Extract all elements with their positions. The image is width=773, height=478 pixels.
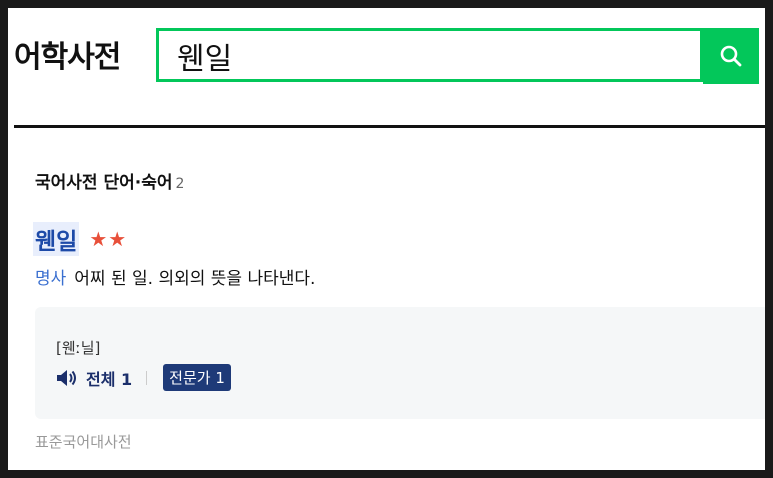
audio-all-button[interactable]: 전체 1 bbox=[86, 366, 132, 390]
speaker-icon[interactable] bbox=[56, 369, 78, 387]
entry-word-link[interactable]: 웬일 bbox=[33, 222, 80, 256]
app-title[interactable]: 어학사전 bbox=[14, 32, 121, 76]
search-icon bbox=[720, 45, 742, 67]
search-box[interactable] bbox=[156, 28, 703, 82]
definition-text: 어찌 된 일. 의외의 뜻을 나타낸다. bbox=[74, 269, 316, 289]
expert-audio-button[interactable]: 전문가 1 bbox=[163, 364, 231, 391]
separator bbox=[146, 370, 148, 385]
header-divider bbox=[14, 125, 765, 128]
part-of-speech: 명사 bbox=[35, 269, 67, 289]
section-count: 2 bbox=[175, 176, 185, 192]
entry-headword: 웬일 ★★ bbox=[33, 222, 127, 256]
entry-definition: 명사 어찌 된 일. 의외의 뜻을 나타낸다. bbox=[35, 264, 315, 289]
importance-stars: ★★ bbox=[89, 227, 128, 251]
search-input[interactable] bbox=[177, 39, 677, 73]
section-title: 국어사전 단어·숙어 2 bbox=[35, 168, 184, 193]
section-title-text: 국어사전 단어·숙어 bbox=[35, 173, 173, 193]
pronunciation-text: [웬ː닐] bbox=[56, 339, 101, 357]
dictionary-source[interactable]: 표준국어대사전 bbox=[35, 431, 132, 452]
pronunciation-box: [웬ː닐] 전체 1 전문가 1 bbox=[35, 307, 765, 419]
audio-row: 전체 1 전문가 1 bbox=[56, 364, 231, 391]
search-button[interactable] bbox=[703, 28, 759, 84]
dictionary-page: 어학사전 국어사전 단어·숙어2 웬일 ★★ 명사 어찌 된 일. 의외의 뜻을 … bbox=[8, 8, 765, 470]
